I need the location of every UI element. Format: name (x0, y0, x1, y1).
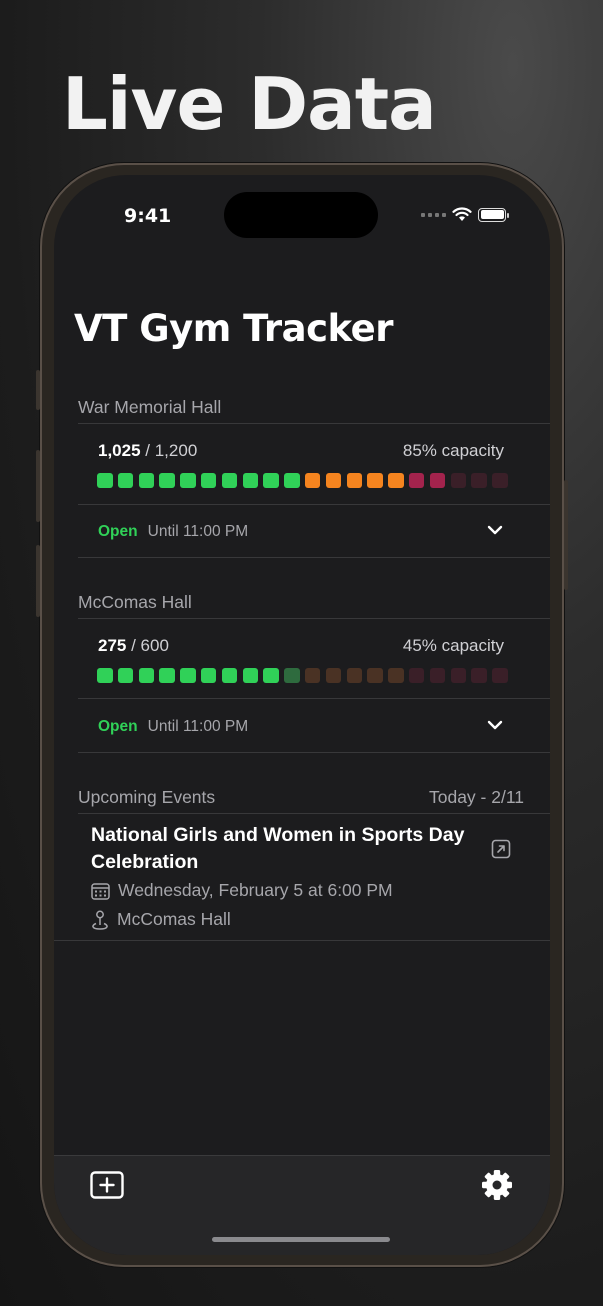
occupancy-segment (221, 473, 238, 488)
cellular-dots-icon (421, 212, 446, 217)
volume-up-button (36, 450, 40, 522)
battery-icon (478, 207, 509, 222)
action-button (36, 370, 40, 410)
volume-down-button (36, 545, 40, 617)
divider (78, 698, 550, 699)
status-time: 9:41 (124, 205, 172, 227)
gym-header-mccomas: McComas Hall (78, 592, 524, 613)
occupancy-segment (117, 668, 134, 683)
location-pin-icon (92, 910, 108, 930)
chevron-down-icon[interactable] (486, 521, 504, 539)
occupancy-segment (325, 473, 342, 488)
occupancy-segment (429, 668, 446, 683)
home-indicator[interactable] (212, 1237, 390, 1242)
hours-text: Until 11:00 PM (147, 523, 249, 540)
hero-title: Live Data (62, 62, 437, 146)
hours-text: Until 11:00 PM (147, 718, 249, 735)
occupancy-segment (97, 668, 113, 683)
divider (54, 940, 550, 941)
app-title: VT Gym Tracker (74, 307, 393, 350)
occupancy-bar (97, 668, 508, 683)
occupancy-bar (97, 473, 508, 488)
occupancy-segment (180, 668, 196, 683)
occupancy-segment (429, 473, 446, 488)
divider (78, 504, 550, 505)
divider (78, 813, 550, 814)
current-count: 1,025 (98, 441, 141, 460)
wifi-icon (452, 207, 472, 221)
occupancy-segment (408, 668, 425, 683)
divider (78, 423, 550, 424)
occupancy-segment (450, 668, 467, 683)
occupancy-segment (388, 668, 404, 683)
max-capacity: / 600 (131, 636, 169, 655)
side-button (564, 480, 568, 590)
occupancy-segment (304, 473, 321, 488)
dynamic-island (224, 192, 378, 238)
gym-name: War Memorial Hall (78, 397, 222, 417)
capacity-percent: 45% capacity (402, 636, 504, 655)
occupancy-segment (304, 668, 321, 683)
events-header: Upcoming Events Today - 2/11 (78, 787, 524, 808)
occupancy-segment (284, 473, 300, 488)
phone-screen: 9:41 VT Gym Tracker War Memorial Hall 1,… (54, 175, 550, 1255)
external-link-icon[interactable] (491, 839, 511, 859)
chevron-down-icon[interactable] (486, 716, 504, 734)
occupancy-segment (450, 473, 467, 488)
occupancy-segment (159, 668, 175, 683)
occupancy-count: 1,025 / 1,200 (98, 441, 197, 461)
add-widget-icon[interactable] (90, 1171, 124, 1199)
event-location-row: McComas Hall (91, 909, 231, 930)
occupancy-segment (325, 668, 342, 683)
occupancy-segment (263, 668, 279, 683)
occupancy-segment (471, 668, 487, 683)
occupancy-segment (388, 473, 404, 488)
occupancy-segment (138, 473, 155, 488)
capacity-percent: 85% capacity (402, 441, 504, 460)
gym-status-row[interactable]: Open Until 11:00 PM (98, 523, 504, 541)
occupancy-segment (367, 473, 383, 488)
occupancy-segment (346, 668, 363, 683)
occupancy-segment (117, 473, 134, 488)
event-datetime: Wednesday, February 5 at 6:00 PM (118, 880, 393, 900)
event-title: National Girls and Women in Sports Day C… (91, 824, 465, 873)
event-datetime-row: Wednesday, February 5 at 6:00 PM (91, 880, 393, 901)
event-location: McComas Hall (117, 909, 231, 929)
open-status: Open (98, 523, 138, 540)
occupancy-count: 275 / 600 (98, 636, 169, 656)
status-icons (421, 207, 509, 222)
occupancy-segment (367, 668, 383, 683)
calendar-icon (91, 882, 110, 900)
events-title: Upcoming Events (78, 787, 216, 807)
gym-header-war-memorial: War Memorial Hall (78, 397, 524, 418)
occupancy-segment (221, 668, 238, 683)
events-date-range: Today - 2/11 (428, 787, 524, 807)
gym-name: McComas Hall (78, 592, 192, 612)
gym-count-row: 1,025 / 1,200 85% capacity (98, 441, 504, 461)
gear-icon[interactable] (481, 1169, 513, 1201)
occupancy-segment (492, 668, 508, 683)
occupancy-segment (492, 473, 508, 488)
occupancy-segment (242, 473, 259, 488)
open-status: Open (98, 718, 138, 735)
occupancy-segment (471, 473, 487, 488)
divider (78, 557, 550, 558)
occupancy-segment (138, 668, 155, 683)
occupancy-segment (346, 473, 363, 488)
occupancy-segment (200, 473, 217, 488)
occupancy-segment (263, 473, 279, 488)
current-count: 275 (98, 636, 127, 655)
occupancy-segment (242, 668, 259, 683)
occupancy-segment (284, 668, 300, 683)
occupancy-segment (97, 473, 113, 488)
occupancy-segment (159, 473, 175, 488)
divider (78, 752, 550, 753)
occupancy-segment (200, 668, 217, 683)
gym-status-row[interactable]: Open Until 11:00 PM (98, 718, 504, 736)
max-capacity: / 1,200 (145, 441, 198, 460)
divider (78, 618, 550, 619)
occupancy-segment (180, 473, 196, 488)
gym-count-row: 275 / 600 45% capacity (98, 636, 504, 656)
occupancy-segment (408, 473, 425, 488)
